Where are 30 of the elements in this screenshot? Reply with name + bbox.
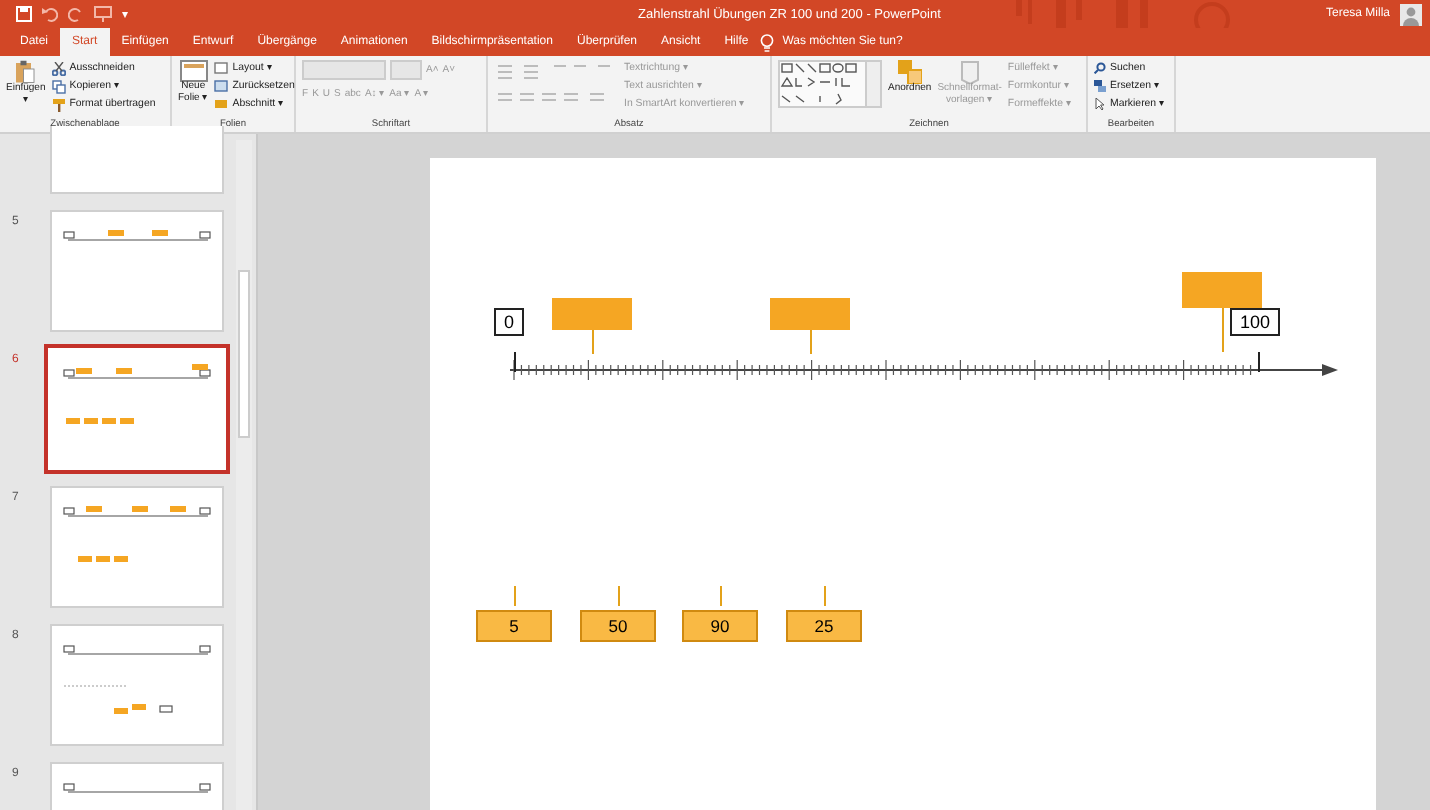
section-icon (214, 98, 229, 110)
lightbulb-icon[interactable] (760, 33, 775, 51)
undo-icon[interactable] (42, 6, 58, 22)
copy-icon (51, 79, 66, 93)
end-label: 100 (1230, 308, 1281, 336)
layout-icon (214, 62, 229, 74)
avatar-icon[interactable] (1400, 3, 1422, 25)
reset-icon (214, 80, 229, 92)
cursor-icon (1094, 98, 1106, 110)
paintbrush-icon (51, 97, 66, 111)
arrange-icon (897, 60, 922, 84)
search-icon (1094, 62, 1106, 74)
font-size-field[interactable] (390, 60, 422, 80)
font-name-field[interactable] (302, 60, 386, 80)
answer-slot (1182, 272, 1262, 308)
scrollbar[interactable] (236, 140, 252, 810)
save-icon[interactable] (16, 6, 32, 22)
answer-slot (552, 298, 632, 330)
replace-icon (1094, 80, 1106, 92)
answer-slot (770, 298, 850, 330)
start-label: 0 (494, 308, 525, 336)
slide-thumbnail[interactable] (44, 344, 230, 474)
number-card[interactable]: 90 (682, 610, 758, 642)
scissors-icon (51, 61, 66, 75)
slideshow-icon[interactable] (94, 6, 112, 22)
redo-icon[interactable] (68, 6, 84, 22)
shapes-gallery-drawing[interactable] (778, 60, 882, 108)
number-card[interactable]: 50 (580, 610, 656, 642)
number-card[interactable]: 25 (786, 610, 862, 642)
number-card[interactable]: 5 (476, 610, 552, 642)
